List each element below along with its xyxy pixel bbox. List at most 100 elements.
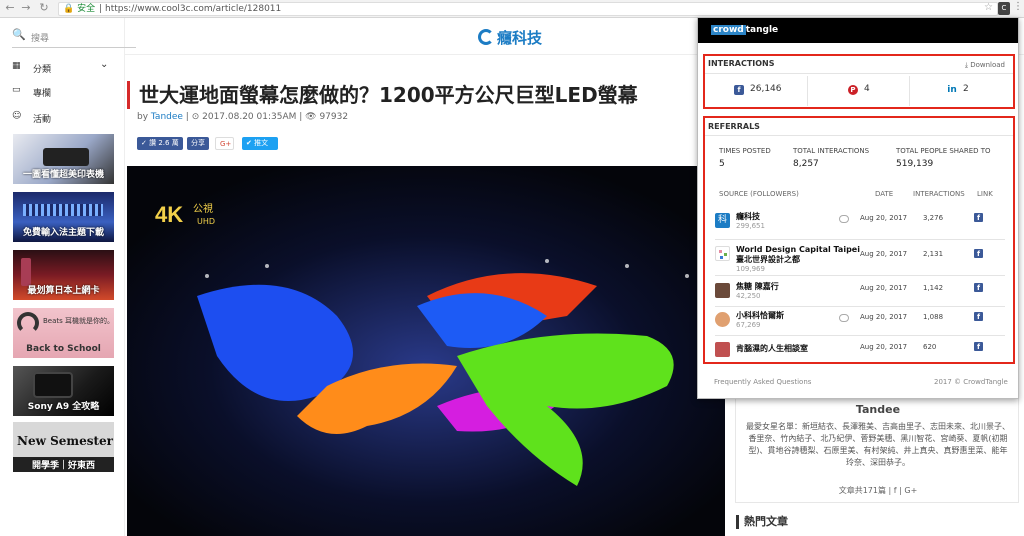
times-posted-label: TIMES POSTED — [719, 147, 771, 155]
divider — [705, 135, 1013, 136]
sidebar-item-categories[interactable]: ▦ 分類 ⌄ — [12, 58, 112, 76]
browser-toolbar: ← → ↻ 🔒 安全 | https://www.cool3c.com/artic… — [0, 0, 1024, 18]
promo-thumb-japan-sim[interactable]: 最划算日本上網卡 — [13, 250, 114, 300]
source-followers: 299,651 — [736, 222, 765, 230]
sidebar-item-label: 專欄 — [33, 89, 52, 99]
source-name[interactable]: World Design Capital Taipei 臺北世界設計之都 — [736, 245, 864, 265]
lantern-graphic — [21, 258, 31, 286]
crowdtangle-header: crowd tangle — [698, 18, 1018, 43]
pinterest-icon: P — [848, 85, 858, 95]
divider — [715, 275, 1005, 276]
facebook-share-button[interactable]: 分享 — [187, 137, 209, 150]
author-name: Tandee — [855, 403, 901, 416]
facebook-link-icon[interactable]: f — [974, 342, 983, 351]
hero-badge-uhd: UHD — [197, 217, 215, 226]
promo-thumb-new-semester[interactable]: New Semester 開學季｜好東西 — [13, 422, 114, 472]
facebook-link-icon[interactable]: f — [974, 213, 983, 222]
promo-caption: 一圖看懂超美印表機 — [22, 170, 104, 180]
address-bar[interactable]: 🔒 安全 | https://www.cool3c.com/article/128… — [58, 2, 998, 16]
crowdtangle-logo: crowd tangle — [711, 25, 778, 35]
referral-row: 肯腦濕的人生相談室 Aug 20, 2017 620 f — [705, 338, 1005, 360]
post-date: Aug 20, 2017 — [860, 214, 908, 222]
post-interactions: 3,276 — [923, 214, 944, 222]
pinterest-count: 4 — [864, 84, 870, 94]
hero-image: 4K 公視 UHD — [127, 166, 725, 536]
view-count: 97932 — [319, 112, 349, 122]
referral-row: 科 癮科技 299,651 Aug 20, 2017 3,276 f — [705, 209, 1005, 238]
interaction-linkedin: in 2 — [947, 84, 968, 100]
hot-articles-title: 熱門文章 — [736, 515, 788, 529]
comment-bubble-icon — [839, 215, 849, 223]
search-icon: 🔍 — [12, 28, 26, 41]
bookmark-star-icon[interactable]: ☆ — [984, 2, 993, 13]
source-avatar — [715, 312, 730, 327]
twitter-icon: ✔ — [246, 139, 252, 147]
faq-link[interactable]: Frequently Asked Questions — [714, 378, 811, 386]
keyboard-graphic — [23, 204, 103, 216]
reload-icon[interactable]: ↻ — [37, 1, 51, 14]
referrals-label: REFERRALS — [708, 122, 760, 131]
avatar-dot — [720, 256, 723, 259]
referrals-section: REFERRALS TIMES POSTED 5 TOTAL INTERACTI… — [703, 116, 1015, 364]
facebook-like-button[interactable]: ✓ 讚 2.6 萬 — [137, 137, 183, 150]
divider — [909, 76, 910, 106]
promo-thumb-printer[interactable]: 一圖看懂超美印表機 — [13, 134, 114, 184]
google-plus-button[interactable]: G+ — [215, 137, 234, 150]
url-text: https://www.cool3c.com/article/128011 — [105, 4, 282, 14]
facebook-link-icon[interactable]: f — [974, 312, 983, 321]
column-header-source: SOURCE (FOLLOWERS) — [719, 190, 799, 198]
article-meta: by Tandee | ⊙ 2017.08.20 01:35AM | 👁 979… — [137, 112, 349, 122]
total-people-label: TOTAL PEOPLE SHARED TO — [896, 147, 991, 155]
crowdtangle-extension-icon[interactable]: C — [998, 2, 1010, 15]
site-logo[interactable]: 癮科技 — [478, 27, 542, 48]
back-icon[interactable]: ← — [3, 1, 17, 14]
source-name[interactable]: 焦糖 陳嘉行 — [736, 282, 846, 292]
check-icon: ✓ — [141, 139, 147, 147]
sidebar-item-events[interactable]: ☺ 活動 — [12, 108, 112, 126]
search-field[interactable]: 🔍 搜尋 — [12, 26, 136, 48]
post-date: Aug 20, 2017 — [860, 343, 908, 351]
source-name[interactable]: 小科科恰爾斯 — [736, 311, 846, 321]
referral-row: World Design Capital Taipei 臺北世界設計之都 109… — [705, 242, 1005, 274]
author-link[interactable]: Tandee — [151, 112, 183, 122]
secure-label: 安全 — [77, 4, 96, 14]
browser-menu-icon[interactable]: ⋮ — [1013, 1, 1023, 12]
source-name[interactable]: 肯腦濕的人生相談室 — [736, 344, 846, 354]
sidebar-item-columns[interactable]: ▭ 專欄 — [12, 82, 112, 100]
article-title: 世大運地面螢幕怎麼做的？1200平方公尺巨型LED螢幕 — [127, 81, 697, 109]
facebook-link-icon[interactable]: f — [974, 249, 983, 258]
source-name[interactable]: 癮科技 — [736, 212, 846, 222]
facebook-count: 26,146 — [750, 84, 782, 94]
promo-thumb-sony-a9[interactable]: Sony A9 全攻略 — [13, 366, 114, 416]
interactions-label: INTERACTIONS — [708, 59, 775, 68]
download-button[interactable]: ⤓ Download — [965, 61, 1005, 70]
promo-thumb-back-to-school[interactable]: Beats 耳機就是你的。 Back to School — [13, 308, 114, 358]
sidebar-item-label: 活動 — [33, 115, 52, 125]
facebook-link-icon[interactable]: f — [974, 283, 983, 292]
promo-overlay-text: Beats 耳機就是你的。 — [43, 317, 114, 325]
left-sidebar: 🔍 搜尋 ▦ 分類 ⌄ ▭ 專欄 ☺ 活動 一圖看懂超美印表機 免費輸入法主題下… — [0, 18, 136, 536]
total-interactions-label: TOTAL INTERACTIONS — [793, 147, 870, 155]
promo-caption: Back to School — [26, 344, 101, 354]
divider — [705, 73, 1013, 74]
eye-icon: 👁 — [305, 112, 317, 122]
post-interactions: 620 — [923, 343, 937, 351]
lock-icon: 🔒 — [63, 4, 75, 14]
printer-graphic — [43, 148, 89, 166]
tweet-button[interactable]: ✔ 推文 — [242, 137, 278, 150]
source-followers: 109,969 — [736, 265, 765, 273]
post-interactions: 2,131 — [923, 250, 944, 258]
hero-badge-4k: 4K — [155, 202, 183, 227]
linkedin-icon: in — [947, 85, 957, 95]
source-followers: 42,250 — [736, 292, 761, 300]
interaction-facebook: f 26,146 — [734, 84, 782, 100]
brand-part-a: crowd — [711, 25, 746, 35]
facebook-icon: f — [734, 85, 744, 95]
forward-icon[interactable]: → — [19, 1, 33, 14]
promo-thumb-keyboard-theme[interactable]: 免費輸入法主題下載 — [13, 192, 114, 242]
site-name: 癮科技 — [497, 29, 543, 47]
divider — [715, 239, 1005, 240]
post-interactions: 1,142 — [923, 284, 944, 292]
smile-icon: ☺ — [12, 111, 22, 121]
grid-icon: ▦ — [12, 61, 21, 71]
